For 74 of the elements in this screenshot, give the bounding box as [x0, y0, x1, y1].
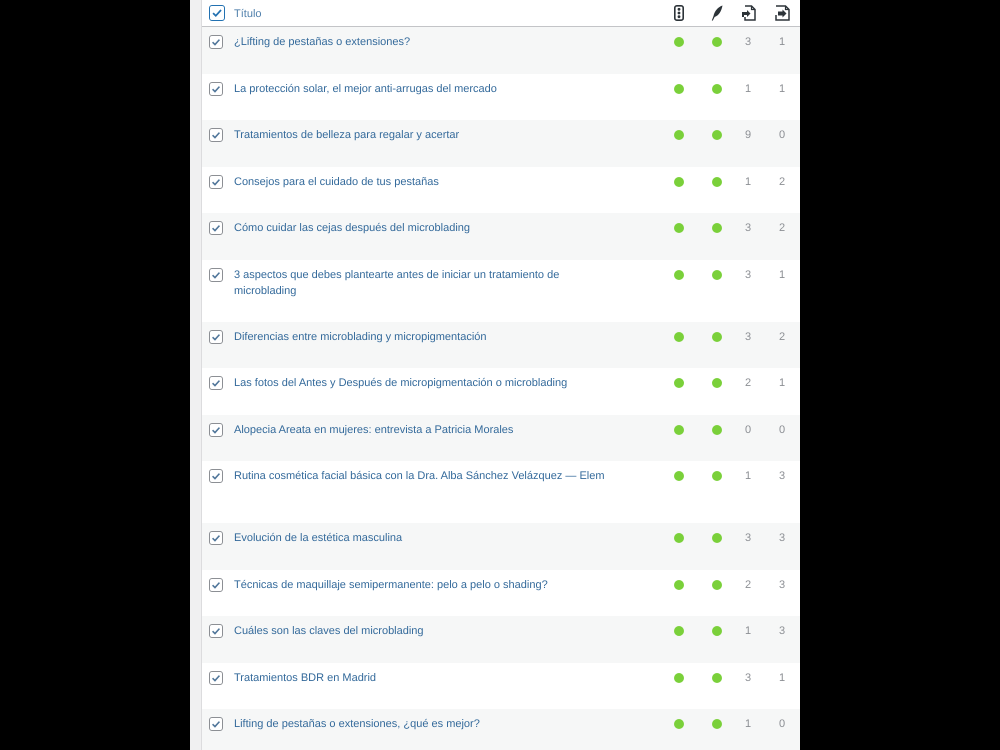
- row-checkbox[interactable]: [209, 35, 223, 49]
- row-checkbox[interactable]: [209, 717, 223, 731]
- row-checkbox[interactable]: [209, 578, 223, 592]
- post-title-link[interactable]: Alopecia Areata en mujeres: entrevista a Patricia Morales: [234, 422, 610, 438]
- post-title-link[interactable]: Tratamientos de belleza para regalar y acertar: [234, 127, 610, 143]
- checkmark-icon: [210, 625, 222, 637]
- count-value: 0: [778, 128, 786, 143]
- post-title-link[interactable]: La protección solar, el mejor anti-arrugas del mercado: [234, 80, 610, 96]
- post-title-link[interactable]: Las fotos del Antes y Después de micropigmentación o microblading: [234, 375, 610, 391]
- count-value: 2: [778, 174, 786, 190]
- title-column-header[interactable]: Título: [234, 8, 262, 20]
- count-value: 3: [744, 35, 752, 50]
- count-value: 3: [744, 268, 752, 282]
- count-value: 3: [744, 330, 752, 344]
- count-value: 1: [744, 174, 752, 190]
- count-value: 1: [778, 82, 786, 96]
- checkmark-icon: [210, 377, 222, 389]
- count-value: 3: [744, 531, 752, 546]
- count-value: 0: [744, 422, 752, 438]
- count-value: 2: [778, 330, 786, 344]
- checkmark-icon: [210, 718, 222, 730]
- count-value: 1: [778, 670, 786, 686]
- row-checkbox[interactable]: [209, 82, 223, 96]
- count-value: 0: [778, 717, 786, 732]
- row-checkbox[interactable]: [209, 268, 223, 282]
- post-title-link[interactable]: Diferencias entre microblading y micropigmentación: [234, 328, 610, 344]
- feather-icon: [711, 5, 723, 21]
- count-value: 2: [744, 376, 752, 391]
- checkmark-icon: [210, 532, 222, 544]
- count-value: 3: [778, 469, 786, 484]
- post-title-link[interactable]: Rutina cosmética facial básica con la Dra. Alba Sánchez Velázquez — Elem: [234, 468, 610, 484]
- row-checkbox[interactable]: [209, 376, 223, 390]
- count-value: 1: [778, 376, 786, 391]
- count-value: 1: [744, 717, 752, 732]
- checkmark-icon: [210, 36, 222, 48]
- row-checkbox[interactable]: [209, 221, 223, 235]
- count-value: 1: [744, 624, 752, 639]
- checkmark-icon: [210, 222, 222, 234]
- count-value: 3: [744, 221, 752, 236]
- count-value: 1: [778, 268, 786, 282]
- count-value: 3: [778, 531, 786, 546]
- select-all-checkbox[interactable]: [209, 5, 225, 21]
- post-title-link[interactable]: ¿Lifting de pestañas o extensiones?: [234, 34, 610, 50]
- checkmark-icon: [210, 470, 222, 482]
- post-title-link[interactable]: Lifting de pestañas o extensiones, ¿qué es mejor?: [234, 716, 610, 732]
- checkmark-icon: [210, 129, 222, 141]
- row-checkbox[interactable]: [209, 624, 223, 638]
- post-title-link[interactable]: Tratamientos BDR en Madrid: [234, 670, 610, 686]
- row-checkbox[interactable]: [209, 174, 223, 188]
- count-value: 2: [778, 221, 786, 236]
- count-value: 1: [744, 469, 752, 484]
- count-value: 1: [778, 35, 786, 50]
- row-checkbox[interactable]: [209, 330, 223, 344]
- row-checkbox[interactable]: [209, 128, 223, 142]
- count-value: 3: [778, 578, 786, 592]
- document-arrow-icon: [774, 5, 790, 21]
- post-title-link[interactable]: Cuáles son las claves del microblading: [234, 623, 610, 639]
- traffic-light-icon: [674, 5, 684, 21]
- count-value: 1: [744, 82, 752, 96]
- row-checkbox[interactable]: [209, 531, 223, 545]
- count-value: 3: [778, 624, 786, 639]
- count-value: 2: [744, 578, 752, 592]
- post-title-link[interactable]: Consejos para el cuidado de tus pestañas: [234, 174, 610, 190]
- row-checkbox[interactable]: [209, 422, 223, 436]
- post-title-link[interactable]: Técnicas de maquillaje semipermanente: pelo a pelo o shading?: [234, 576, 610, 592]
- post-title-link[interactable]: Cómo cuidar las cejas después del microblading: [234, 220, 610, 236]
- document-arrow-icon: [740, 5, 756, 21]
- count-value: 3: [744, 670, 752, 686]
- count-value: 0: [778, 422, 786, 438]
- row-checkbox[interactable]: [209, 469, 223, 483]
- count-value: 9: [744, 128, 752, 143]
- post-title-link[interactable]: 3 aspectos que debes plantearte antes de iniciar un tratamiento de microblading: [234, 266, 610, 298]
- post-title-link[interactable]: Evolución de la estética masculina: [234, 530, 610, 546]
- row-checkbox[interactable]: [209, 670, 223, 684]
